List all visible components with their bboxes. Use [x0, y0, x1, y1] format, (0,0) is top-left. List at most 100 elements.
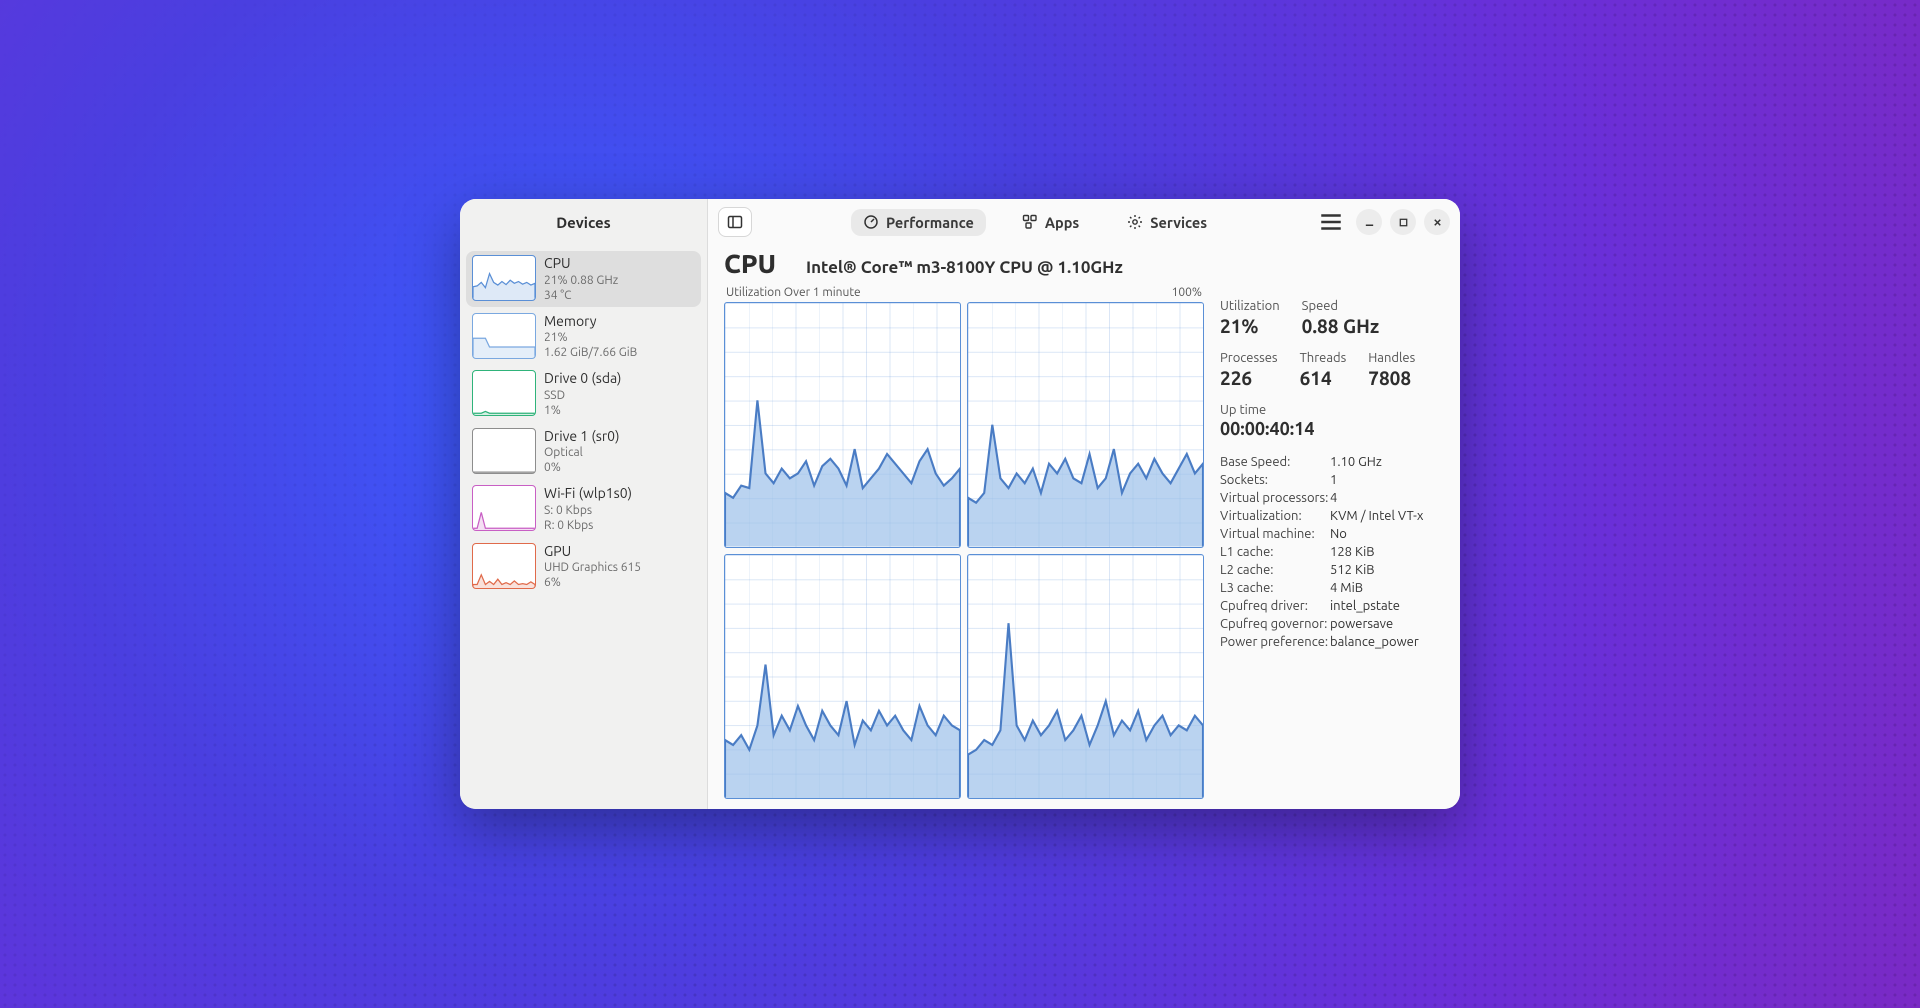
spec-value: KVM / Intel VT-x [1330, 509, 1423, 523]
spec-key: Virtual processors: [1220, 491, 1330, 505]
spec-key: Base Speed: [1220, 455, 1330, 469]
hamburger-icon [1318, 209, 1344, 235]
device-thumb [472, 428, 536, 474]
device-thumb [472, 255, 536, 301]
device-sub1: Optical [544, 445, 619, 460]
device-thumb [472, 485, 536, 531]
device-thumb [472, 370, 536, 416]
stat-utilization: Utilization 21% [1220, 299, 1280, 337]
device-sub1: SSD [544, 388, 621, 403]
device-sub1: 21% [544, 330, 637, 345]
spec-value: 1 [1330, 473, 1337, 487]
cpu-core-chart-3 [967, 554, 1204, 800]
uptime-value: 00:00:40:14 [1220, 419, 1438, 439]
sidebar-title: Devices [460, 199, 707, 245]
device-title: Memory [544, 313, 637, 331]
tab-apps[interactable]: Apps [1010, 209, 1091, 236]
spec-key: Cpufreq governor: [1220, 617, 1330, 631]
device-sub2: R: 0 Kbps [544, 518, 632, 533]
device-thumb [472, 543, 536, 589]
spec-row: L3 cache:4 MiB [1220, 581, 1438, 595]
tab-performance[interactable]: Performance [851, 209, 986, 236]
device-title: GPU [544, 543, 641, 561]
spec-key: Virtualization: [1220, 509, 1330, 523]
close-button[interactable] [1424, 209, 1450, 235]
spec-row: L1 cache:128 KiB [1220, 545, 1438, 559]
device-sub1: S: 0 Kbps [544, 503, 632, 518]
device-title: CPU [544, 255, 618, 273]
tab-label: Services [1150, 214, 1207, 231]
cpu-core-chart-2 [724, 554, 961, 800]
spec-key: Cpufreq driver: [1220, 599, 1330, 613]
device-sub2: 6% [544, 575, 641, 590]
panel-icon [727, 214, 743, 230]
device-list: CPU 21% 0.88 GHz 34 °C Memory 21% 1.62 G… [460, 245, 707, 600]
stat-threads: Threads 614 [1300, 351, 1347, 389]
chart-column: CPU Intel® Core™ m3-8100Y CPU @ 1.10GHz … [724, 249, 1204, 799]
maximize-icon [1398, 217, 1409, 228]
apps-icon [1022, 214, 1038, 230]
chart-axis-labels: Utilization Over 1 minute 100% [724, 286, 1204, 302]
spec-value: 512 KiB [1330, 563, 1375, 577]
minimize-icon [1364, 217, 1375, 228]
close-icon [1432, 217, 1443, 228]
view-tabs: Performance Apps Services [851, 209, 1219, 236]
spec-value: balance_power [1330, 635, 1419, 649]
spec-row: Sockets:1 [1220, 473, 1438, 487]
device-item-drive-0-sda-[interactable]: Drive 0 (sda) SSD 1% [466, 366, 701, 422]
device-item-drive-1-sr0-[interactable]: Drive 1 (sr0) Optical 0% [466, 424, 701, 480]
device-sub1: 21% 0.88 GHz [544, 273, 618, 288]
device-title: Drive 1 (sr0) [544, 428, 619, 446]
topbar: Performance Apps Services [708, 199, 1460, 245]
device-title: Wi-Fi (wlp1s0) [544, 485, 632, 503]
maximize-button[interactable] [1390, 209, 1416, 235]
minimize-button[interactable] [1356, 209, 1382, 235]
spec-list: Base Speed:1.10 GHzSockets:1Virtual proc… [1220, 455, 1438, 649]
uptime-label: Up time [1220, 403, 1438, 417]
tab-services[interactable]: Services [1115, 209, 1219, 236]
spec-value: 4 [1330, 491, 1337, 505]
spec-key: Power preference: [1220, 635, 1330, 649]
spec-row: L2 cache:512 KiB [1220, 563, 1438, 577]
device-sub2: 1% [544, 403, 621, 418]
device-sub1: UHD Graphics 615 [544, 560, 641, 575]
stat-processes: Processes 226 [1220, 351, 1278, 389]
title-row: CPU Intel® Core™ m3-8100Y CPU @ 1.10GHz [724, 249, 1204, 278]
gauge-icon [863, 214, 879, 230]
gear-icon [1127, 214, 1143, 230]
main-area: Performance Apps Services [708, 199, 1460, 809]
app-window: Devices CPU 21% 0.88 GHz 34 °C Memory 21… [460, 199, 1460, 809]
device-sub2: 0% [544, 460, 619, 475]
cpu-core-chart-0 [724, 302, 961, 548]
cpu-model: Intel® Core™ m3-8100Y CPU @ 1.10GHz [806, 258, 1123, 277]
spec-row: Cpufreq driver:intel_pstate [1220, 599, 1438, 613]
spec-key: Virtual machine: [1220, 527, 1330, 541]
tab-label: Apps [1045, 214, 1079, 231]
stat-handles: Handles 7808 [1368, 351, 1415, 389]
spec-value: 1.10 GHz [1330, 455, 1382, 469]
axis-right-label: 100% [1172, 286, 1202, 299]
spec-key: L1 cache: [1220, 545, 1330, 559]
spec-row: Virtualization:KVM / Intel VT-x [1220, 509, 1438, 523]
menu-button[interactable] [1318, 209, 1344, 235]
device-thumb [472, 313, 536, 359]
spec-row: Base Speed:1.10 GHz [1220, 455, 1438, 469]
spec-key: L2 cache: [1220, 563, 1330, 577]
device-item-memory[interactable]: Memory 21% 1.62 GiB/7.66 GiB [466, 309, 701, 365]
spec-row: Virtual machine:No [1220, 527, 1438, 541]
spec-row: Power preference:balance_power [1220, 635, 1438, 649]
spec-key: L3 cache: [1220, 581, 1330, 595]
toggle-sidebar-button[interactable] [718, 207, 752, 237]
device-sub2: 34 °C [544, 288, 618, 303]
page-title: CPU [724, 249, 776, 278]
device-item-cpu[interactable]: CPU 21% 0.88 GHz 34 °C [466, 251, 701, 307]
device-item-gpu[interactable]: GPU UHD Graphics 615 6% [466, 539, 701, 595]
stats-column: Utilization 21% Speed 0.88 GHz Processes… [1214, 249, 1444, 799]
spec-value: intel_pstate [1330, 599, 1400, 613]
window-controls [1356, 209, 1450, 235]
spec-value: No [1330, 527, 1347, 541]
device-item-wi-fi-wlp1s0-[interactable]: Wi-Fi (wlp1s0) S: 0 Kbps R: 0 Kbps [466, 481, 701, 537]
spec-key: Sockets: [1220, 473, 1330, 487]
stat-speed: Speed 0.88 GHz [1302, 299, 1380, 337]
spec-value: 128 KiB [1330, 545, 1375, 559]
